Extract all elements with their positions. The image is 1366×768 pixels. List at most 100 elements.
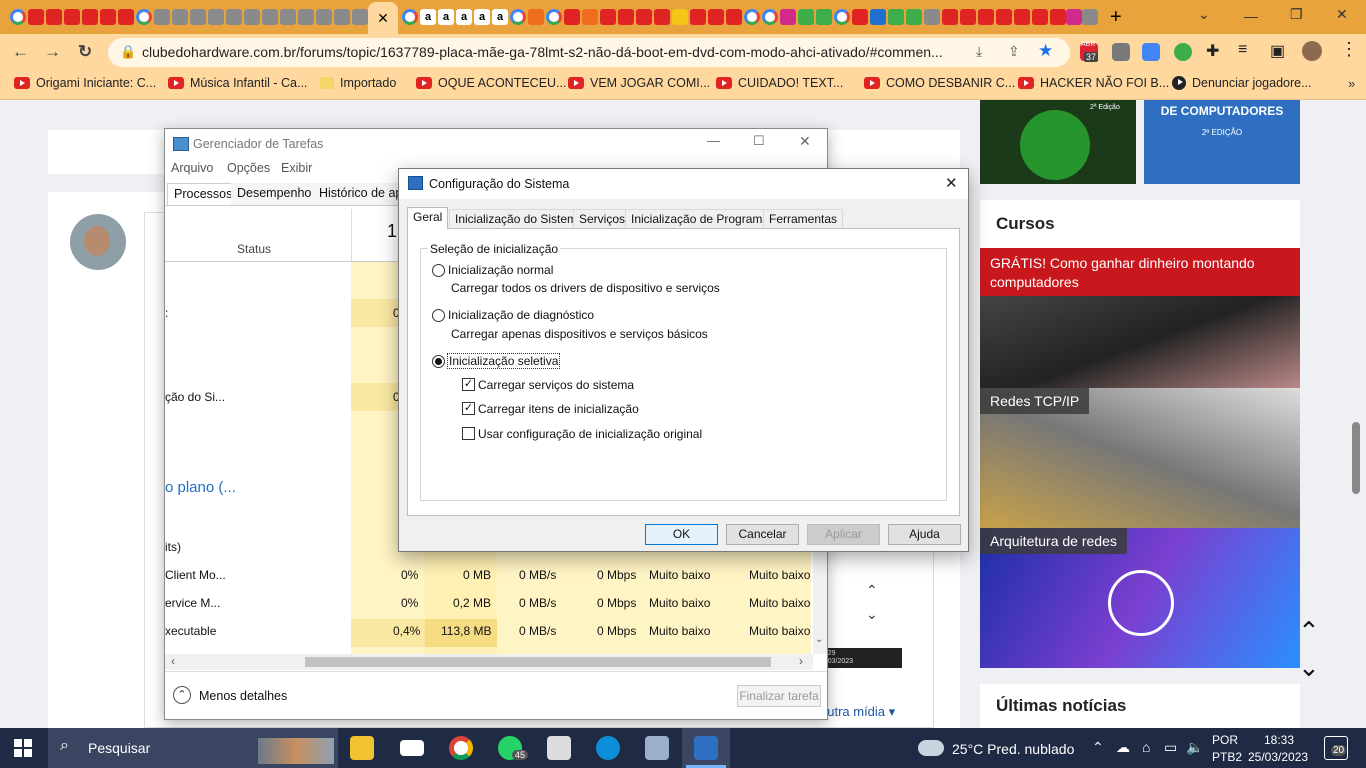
diagnostic-startup-radio[interactable] [432,309,445,322]
page-scrollbar[interactable] [1352,422,1360,494]
process-name[interactable]: ção do Si... [165,390,225,404]
normal-startup-label[interactable]: Inicialização normal [448,263,553,277]
keyboard-layout[interactable]: PTB2 [1212,750,1242,764]
google-tab-icon[interactable] [136,9,152,25]
translate-icon[interactable] [1142,43,1160,61]
youtube-tab-icon[interactable] [996,9,1012,25]
forward-icon[interactable]: → [44,42,61,62]
bookmark-folder[interactable]: Importado [320,76,396,90]
tab-performance[interactable]: Desempenho [231,183,318,205]
normal-startup-radio[interactable] [432,264,445,277]
tab-boot[interactable]: Inicialização do Sistema [449,209,590,229]
bookmark-item[interactable]: Origami Iniciante: C... [14,76,156,90]
maximize-icon[interactable]: ☐ [753,133,765,149]
tab-tools[interactable]: Ferramentas [763,209,844,229]
scrollbar-thumb[interactable] [305,657,771,667]
google-tab-icon[interactable] [546,9,562,25]
site-tab-icon[interactable] [870,9,886,25]
diagnostic-startup-label[interactable]: Inicialização de diagnóstico [448,308,594,322]
youtube-tab-icon[interactable] [978,9,994,25]
extension-icon[interactable]: ABR 37 [1080,41,1099,62]
reload-icon[interactable]: ↻ [78,42,92,62]
youtube-tab-icon[interactable] [64,9,80,25]
amazon-tab-icon[interactable]: a [420,9,436,25]
process-name[interactable]: xecutable [165,624,216,638]
site-tab-icon[interactable] [672,9,688,25]
site-tab-icon[interactable] [528,9,544,25]
youtube-tab-icon[interactable] [960,9,976,25]
amazon-tab-icon[interactable]: a [438,9,454,25]
site-tab-icon[interactable] [244,9,260,25]
selective-startup-radio[interactable] [432,355,445,368]
cancel-button[interactable]: Cancelar [726,524,799,545]
avatar[interactable] [70,214,126,270]
load-system-services-checkbox[interactable]: ✓ [462,378,475,391]
course-card[interactable]: GRÁTIS! Como ganhar dinheiro montando co… [980,248,1300,388]
site-tab-icon[interactable] [798,9,814,25]
close-icon[interactable]: ✕ [945,174,958,192]
chevron-up-icon[interactable]: ⌃ [173,686,191,704]
address-bar[interactable]: 🔒 clubedohardware.com.br/forums/topic/16… [108,38,1070,67]
msconfig-taskbar-button[interactable] [682,728,730,768]
share-icon[interactable]: ⇪ [1008,43,1020,60]
side-panel-icon[interactable]: ▣ [1270,41,1285,61]
scroll-up-icon[interactable]: ⌃ [1298,616,1320,647]
site-tab-icon[interactable] [816,9,832,25]
menu-view[interactable]: Exibir [281,161,312,175]
mail-icon[interactable] [400,740,424,756]
site-tab-icon[interactable] [888,9,904,25]
site-tab-icon[interactable] [906,9,922,25]
youtube-tab-icon[interactable] [1050,9,1066,25]
youtube-tab-icon[interactable] [708,9,724,25]
install-icon[interactable]: ⤓ [976,43,982,60]
amazon-tab-icon[interactable]: a [492,9,508,25]
close-icon[interactable]: ✕ [799,133,811,150]
load-system-services-label[interactable]: Carregar serviços do sistema [478,378,634,392]
youtube-tab-icon[interactable] [726,9,742,25]
site-tab-icon[interactable] [852,9,868,25]
volume-icon[interactable]: 🔈 [1186,739,1203,756]
notification-center-icon[interactable]: 20 [1324,736,1348,760]
bookmark-item[interactable]: COMO DESBANIR C... [864,76,1015,90]
file-explorer-icon[interactable] [350,736,374,760]
site-tab-icon[interactable] [154,9,170,25]
weather-icon[interactable] [918,740,944,756]
onedrive-icon[interactable]: ☁ [1116,739,1130,756]
process-name[interactable]: ervice M... [165,596,220,610]
chevron-down-icon[interactable]: ⌄ [866,606,878,623]
site-tab-icon[interactable] [1082,9,1098,25]
process-name[interactable]: its) [165,540,181,554]
active-tab-close-button[interactable]: ✕ [368,2,398,34]
lock-icon[interactable]: 🔒 [120,44,136,60]
media-control-icon[interactable]: ≡ [1238,41,1247,59]
site-tab-icon[interactable] [582,9,598,25]
whatsapp-icon[interactable]: 45 [498,736,529,760]
more-bookmarks-icon[interactable]: » [1348,76,1355,91]
site-tab-icon[interactable] [352,9,368,25]
chrome-icon[interactable] [449,736,473,760]
tab-services[interactable]: Serviços [573,209,632,229]
site-tab-icon[interactable] [636,9,652,25]
site-tab-icon[interactable] [924,9,940,25]
start-icon[interactable] [14,739,32,757]
menu-options[interactable]: Opções [227,161,270,175]
weather-text[interactable]: 25°C Pred. nublado [952,741,1074,757]
site-tab-icon[interactable] [190,9,206,25]
scroll-down-icon[interactable]: ⌄ [1298,652,1320,683]
task-manager-taskbar-icon[interactable] [645,736,669,760]
restore-icon[interactable]: ❐ [1290,6,1303,23]
site-tab-icon[interactable] [618,9,634,25]
pinterest-tab-icon[interactable] [780,9,796,25]
ok-button[interactable]: OK [645,524,718,545]
tab-history[interactable]: Histórico de ap [313,183,409,205]
course-card[interactable]: Arquitetura de redes [980,528,1300,668]
site-tab-icon[interactable] [226,9,242,25]
amazon-tab-icon[interactable]: a [456,9,472,25]
youtube-tab-icon[interactable] [28,9,44,25]
site-tab-icon[interactable] [298,9,314,25]
youtube-tab-icon[interactable] [82,9,98,25]
extensions-puzzle-icon[interactable]: ✚ [1206,41,1219,61]
help-button[interactable]: Ajuda [888,524,961,545]
site-tab-icon[interactable] [208,9,224,25]
bookmark-item[interactable]: VEM JOGAR COMI... [568,76,710,90]
